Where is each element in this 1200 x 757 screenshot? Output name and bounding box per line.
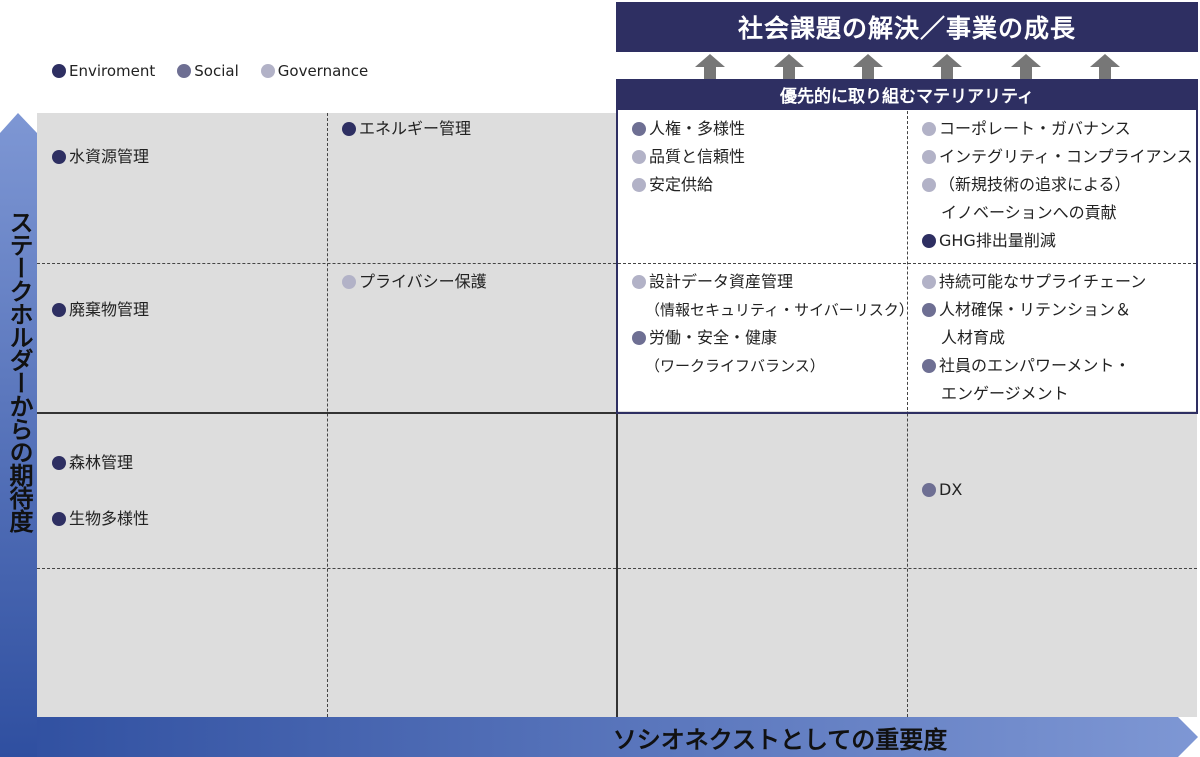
materiality-item: 森林管理	[52, 453, 133, 473]
materiality-item-continued: 人材育成	[941, 328, 1006, 347]
social-dot-icon	[922, 303, 936, 317]
materiality-item: 社員のエンパワーメント・	[922, 356, 1130, 376]
materiality-item: （新規技術の追求による）	[922, 175, 1131, 195]
governance-dot-icon	[922, 122, 936, 136]
materiality-item: 設計データ資産管理	[632, 272, 793, 292]
materiality-item: 品質と信頼性	[632, 147, 745, 167]
environment-dot-icon	[52, 456, 66, 470]
social-dot-icon	[922, 483, 936, 497]
materiality-item-continued: （情報セキュリティ・サイバーリスク）	[645, 301, 914, 319]
materiality-item: 安定供給	[632, 175, 713, 195]
legend-item-governance: Governance	[260, 62, 369, 80]
governance-dot-icon	[342, 275, 356, 289]
environment-dot-icon	[342, 122, 356, 136]
materiality-item: インテグリティ・コンプライアンス	[922, 147, 1193, 167]
header-banner: 社会課題の解決／事業の成長	[616, 2, 1198, 52]
materiality-item: プライバシー保護	[342, 272, 487, 292]
materiality-item: コーポレート・ガバナンス	[922, 119, 1131, 139]
social-dot-icon	[632, 331, 646, 345]
social-dot-icon	[632, 122, 646, 136]
materiality-item: 水資源管理	[52, 147, 149, 167]
legend-label: Governance	[277, 62, 369, 80]
legend-item-environment: Enviroment	[52, 62, 155, 80]
environment-dot-icon	[52, 150, 66, 164]
materiality-item: 労働・安全・健康	[632, 328, 777, 348]
social-dot-icon	[177, 64, 192, 78]
materiality-item: エネルギー管理	[342, 119, 471, 139]
up-arrow-icon	[695, 54, 725, 80]
up-arrow-icon	[853, 54, 883, 80]
materiality-item: 生物多様性	[52, 509, 149, 529]
materiality-item: 持続可能なサプライチェーン	[922, 272, 1146, 292]
governance-dot-icon	[632, 275, 646, 289]
governance-dot-icon	[260, 64, 275, 78]
governance-dot-icon	[922, 275, 936, 289]
governance-dot-icon	[632, 150, 646, 164]
up-arrow-icon	[932, 54, 962, 80]
materiality-item-continued: エンゲージメント	[941, 384, 1069, 403]
up-arrow-icon	[774, 54, 804, 80]
priority-title-bar: 優先的に取り組むマテリアリティ	[616, 79, 1198, 110]
materiality-item-continued: （ワークライフバランス）	[645, 357, 825, 375]
governance-dot-icon	[632, 178, 646, 192]
legend-item-social: Social	[177, 62, 239, 80]
legend: Enviroment Social Governance	[52, 62, 368, 80]
governance-dot-icon	[922, 150, 936, 164]
materiality-item: DX	[922, 480, 962, 500]
priority-title: 優先的に取り組むマテリアリティ	[780, 87, 1034, 107]
environment-dot-icon	[52, 303, 66, 317]
environment-dot-icon	[52, 64, 66, 78]
materiality-item: GHG排出量削減	[922, 231, 1056, 251]
up-arrow-icon	[1090, 54, 1120, 80]
materiality-item: 人材確保・リテンション＆	[922, 300, 1131, 320]
legend-label: Enviroment	[69, 62, 156, 80]
materiality-item-continued: イノベーションへの貢献	[941, 203, 1117, 222]
x-axis-label: ソシオネクストとしての重要度	[612, 726, 948, 754]
environment-dot-icon	[52, 512, 66, 526]
up-arrow-icon	[1011, 54, 1041, 80]
social-dot-icon	[922, 359, 936, 373]
materiality-item: 廃棄物管理	[52, 300, 149, 320]
grid-divider	[327, 113, 328, 717]
y-axis-label: ステークホルダーからの期待度	[5, 210, 33, 532]
legend-label: Social	[194, 62, 239, 80]
header-title: 社会課題の解決／事業の成長	[737, 14, 1076, 43]
environment-dot-icon	[922, 234, 936, 248]
materiality-item: 人権・多様性	[632, 119, 745, 139]
governance-dot-icon	[922, 178, 936, 192]
